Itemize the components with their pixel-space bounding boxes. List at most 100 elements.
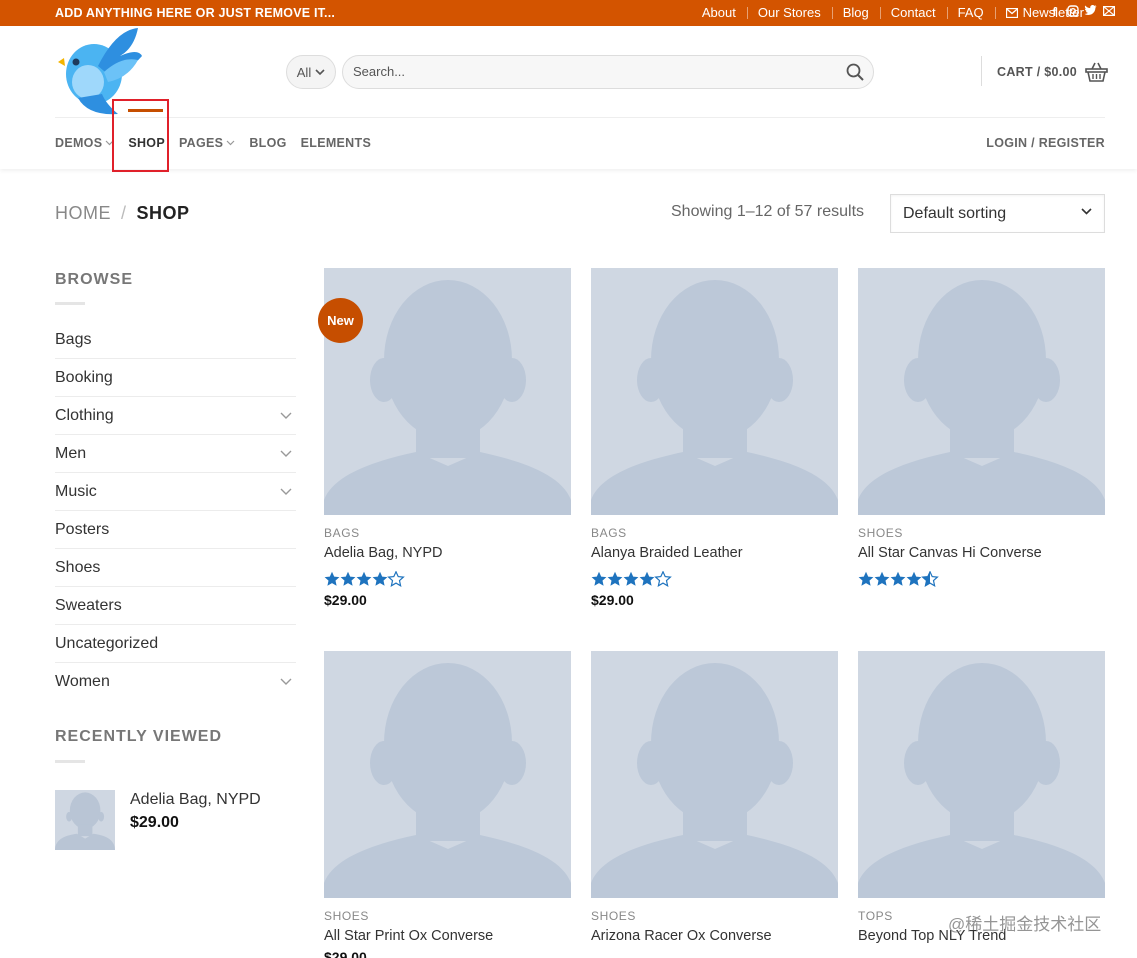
chevron-down-icon[interactable] [280, 407, 292, 425]
product-category[interactable]: BAGS [591, 526, 838, 540]
top-link-blog[interactable]: Blog [831, 5, 880, 20]
product-category[interactable]: SHOES [858, 526, 1105, 540]
email-icon[interactable] [1102, 5, 1115, 19]
category-label: Bags [55, 330, 92, 348]
product-title[interactable]: Alanya Braided Leather [591, 545, 838, 561]
category-item[interactable]: Women [55, 663, 296, 701]
recently-viewed-price: $29.00 [130, 814, 179, 831]
twitter-icon[interactable] [1084, 5, 1097, 19]
shop-highlight-box [112, 99, 169, 172]
category-item[interactable]: Booking [55, 359, 296, 397]
browse-title: BROWSE [55, 271, 133, 288]
chevron-down-icon [1081, 208, 1092, 215]
recently-viewed-item[interactable]: Adelia Bag, NYPD $29.00 [55, 790, 261, 850]
category-item[interactable]: Uncategorized [55, 625, 296, 663]
product-category[interactable]: BAGS [324, 526, 571, 540]
nav-blog-label: BLOG [249, 136, 287, 150]
product-category[interactable]: SHOES [591, 909, 838, 923]
category-item[interactable]: Posters [55, 511, 296, 549]
search-category-value: All [296, 64, 312, 80]
category-label: Music [55, 482, 97, 500]
promo-text: ADD ANYTHING HERE OR JUST REMOVE IT... [55, 6, 336, 20]
nav-pages[interactable]: PAGES [179, 136, 235, 150]
product-card[interactable]: SHOES Arizona Racer Ox Converse [591, 651, 838, 944]
chevron-down-icon [315, 68, 325, 75]
recently-viewed-underline [55, 760, 85, 763]
nav-divider [55, 117, 1105, 118]
product-image[interactable] [858, 651, 1105, 898]
nav-blog[interactable]: BLOG [249, 136, 286, 150]
main-nav: DEMOS SHOP PAGES BLOG ELEMENTS [55, 109, 371, 150]
chevron-down-icon [226, 140, 235, 146]
category-label: Booking [55, 368, 113, 386]
product-image[interactable] [591, 651, 838, 898]
product-price: $29.00 [591, 592, 634, 608]
cart-divider [981, 56, 982, 86]
product-title[interactable]: All Star Print Ox Converse [324, 928, 571, 944]
breadcrumb-home[interactable]: HOME [55, 203, 111, 224]
envelope-icon [1005, 7, 1018, 18]
product-category[interactable]: SHOES [324, 909, 571, 923]
new-badge: New [318, 298, 363, 343]
category-item[interactable]: Bags [55, 321, 296, 359]
search-bar [342, 55, 874, 89]
star-rating [324, 570, 571, 588]
cart-label: CART / $0.00 [997, 65, 1078, 79]
site-header: All CART / $0.00 DEMOS SHOP PAGES BLOG E… [0, 26, 1137, 172]
product-image[interactable] [324, 651, 571, 898]
product-card[interactable]: TOPS Beyond Top NLY Trend [858, 651, 1105, 944]
facebook-icon[interactable]: f [1048, 5, 1061, 19]
chevron-down-icon[interactable] [280, 483, 292, 501]
browse-title-underline [55, 302, 85, 305]
top-bar: ADD ANYTHING HERE OR JUST REMOVE IT... A… [0, 0, 1137, 26]
category-list: Bags Booking Clothing Men Music Posters Shoes S… [55, 321, 296, 701]
product-title[interactable]: All Star Canvas Hi Converse [858, 545, 1105, 561]
star-rating [591, 570, 838, 588]
star-rating [858, 570, 1105, 588]
product-title[interactable]: Adelia Bag, NYPD [324, 545, 571, 561]
instagram-icon[interactable] [1066, 5, 1079, 19]
category-item[interactable]: Music [55, 473, 296, 511]
product-card[interactable]: BAGS Alanya Braided Leather $29.00 [591, 268, 838, 608]
category-item[interactable]: Shoes [55, 549, 296, 587]
category-label: Posters [55, 520, 110, 538]
nav-demos[interactable]: DEMOS [55, 136, 114, 150]
recently-viewed-thumbnail[interactable] [55, 790, 115, 850]
result-count: Showing 1–12 of 57 results [671, 203, 865, 220]
chevron-down-icon[interactable] [280, 445, 292, 463]
recently-viewed-title: RECENTLY VIEWED [55, 728, 223, 745]
top-link-about[interactable]: About [691, 5, 747, 20]
product-image[interactable] [324, 268, 571, 515]
category-item[interactable]: Men [55, 435, 296, 473]
category-item[interactable]: Sweaters [55, 587, 296, 625]
category-item[interactable]: Clothing [55, 397, 296, 435]
top-links: About Our Stores Blog Contact FAQ Newsle… [691, 5, 1095, 20]
search-icon[interactable] [846, 63, 864, 81]
product-price: $29.00 [324, 949, 367, 958]
chevron-down-icon[interactable] [280, 673, 292, 691]
breadcrumb-separator: / [121, 203, 127, 223]
social-icons: f [1048, 5, 1115, 19]
product-image[interactable] [858, 268, 1105, 515]
top-link-contact[interactable]: Contact [879, 5, 947, 20]
basket-icon [1085, 62, 1108, 82]
nav-elements[interactable]: ELEMENTS [301, 136, 371, 150]
product-card[interactable]: New BAGS Adelia Bag, NYPD $29.00 [318, 268, 571, 608]
search-category-select[interactable]: All [286, 55, 336, 89]
category-label: Uncategorized [55, 634, 159, 652]
product-image[interactable] [591, 268, 838, 515]
nav-demos-label: DEMOS [55, 136, 103, 150]
sorting-value: Default sorting [903, 205, 1007, 222]
product-card[interactable]: SHOES All Star Canvas Hi Converse [858, 268, 1105, 588]
search-input[interactable] [353, 64, 823, 79]
product-title[interactable]: Arizona Racer Ox Converse [591, 928, 838, 944]
top-link-our-stores[interactable]: Our Stores [746, 5, 832, 20]
product-card[interactable]: SHOES All Star Print Ox Converse $29.00 [324, 651, 571, 958]
cart-button[interactable]: CART / $0.00 [997, 62, 1108, 82]
category-label: Shoes [55, 558, 101, 576]
top-link-faq[interactable]: FAQ [946, 5, 995, 20]
sorting-select[interactable]: Default sorting [890, 194, 1105, 233]
recently-viewed-name[interactable]: Adelia Bag, NYPD [130, 791, 261, 809]
login-register-link[interactable]: LOGIN / REGISTER [986, 136, 1105, 150]
nav-pages-label: PAGES [178, 136, 224, 150]
